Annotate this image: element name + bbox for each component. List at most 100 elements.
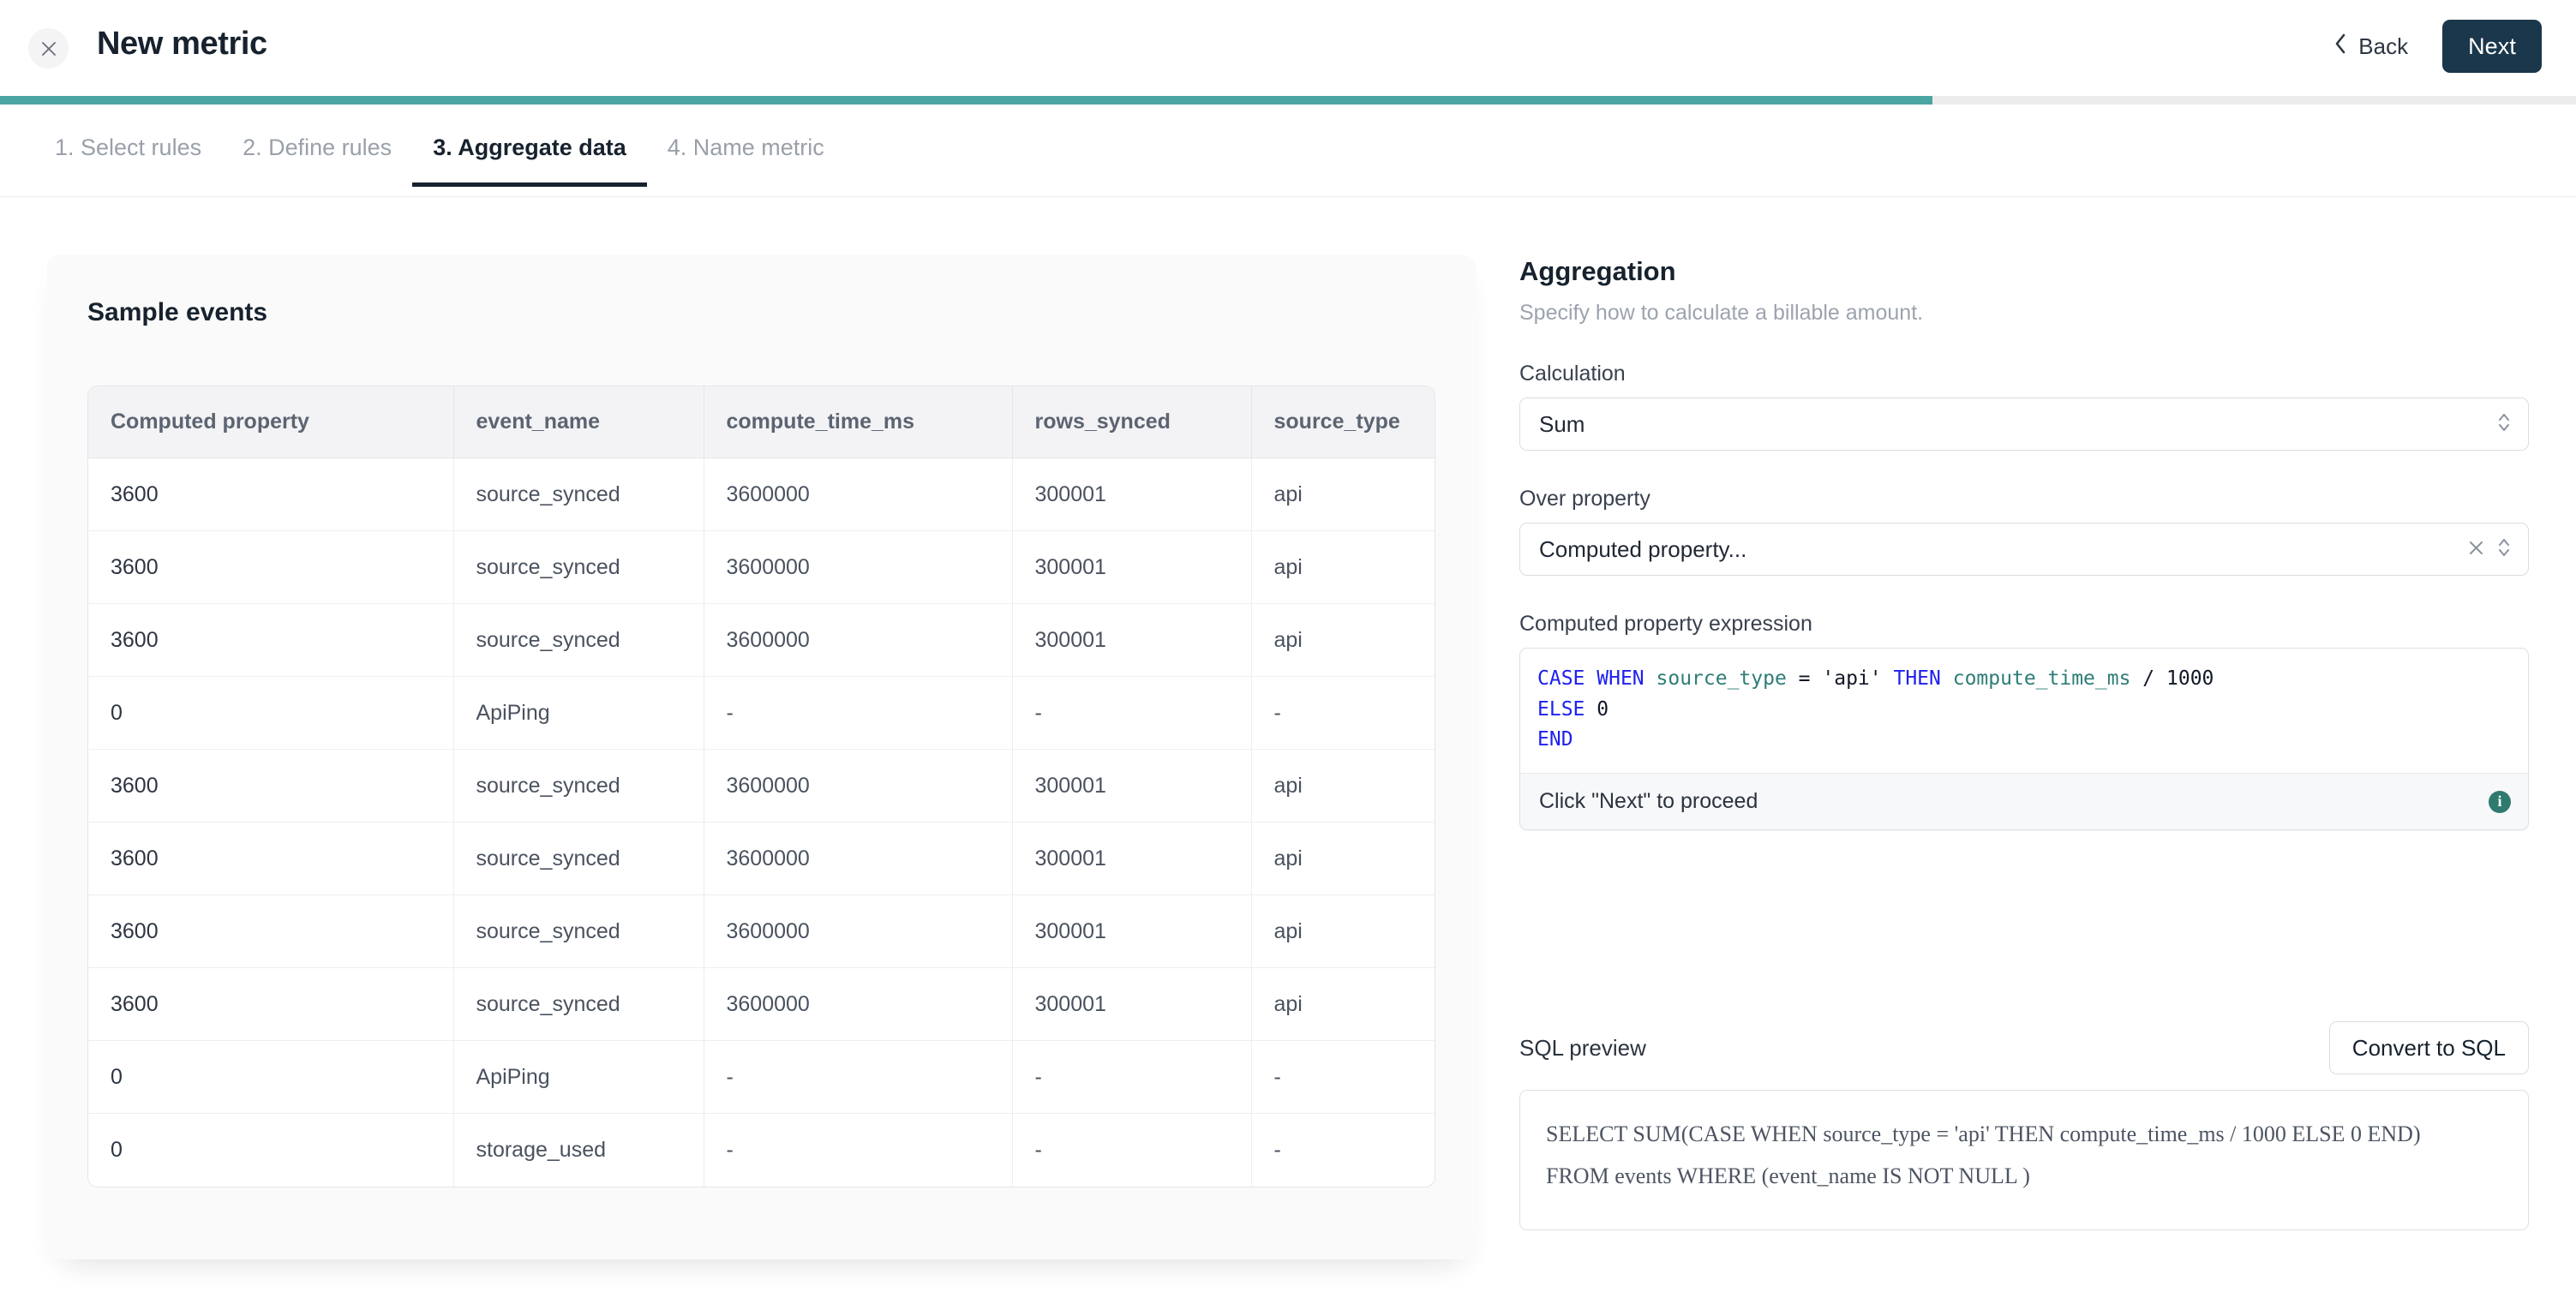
over-property-select-value: Computed property...: [1539, 535, 1747, 562]
table-cell: 3600: [88, 822, 454, 895]
expression-editor-footer: Click "Next" to proceed i: [1520, 773, 2528, 830]
table-row: 3600 source_synced 3600000 300001 api: [88, 967, 1435, 1041]
chevron-left-icon: [2333, 33, 2347, 61]
aggregation-panel: Aggregation Specify how to calculate a b…: [1519, 255, 2529, 1230]
info-icon[interactable]: i: [2489, 790, 2511, 813]
wizard-step-4[interactable]: 4. Name metric: [647, 105, 845, 187]
table-row: 3600 source_synced 3600000 300001 api: [88, 894, 1435, 968]
table-cell: 3600000: [704, 822, 1013, 895]
code-token: 'api': [1822, 667, 1882, 691]
table-cell: api: [1251, 458, 1435, 531]
table-cell: 3600: [88, 530, 454, 604]
close-icon: [39, 39, 59, 59]
table-cell: -: [704, 1113, 1013, 1187]
table-cell: 3600000: [704, 894, 1013, 968]
expression-code-editor[interactable]: CASE WHEN source_type = 'api' THEN compu…: [1520, 649, 2528, 773]
table-cell: api: [1251, 530, 1435, 604]
table-cell: source_synced: [453, 822, 704, 895]
expression-footer-text: Click "Next" to proceed: [1539, 789, 1758, 814]
wizard-step-1[interactable]: 1. Select rules: [34, 105, 222, 187]
chevron-up-down-icon[interactable]: [2495, 408, 2513, 441]
table-cell: 3600: [88, 967, 454, 1041]
expression-editor-card: CASE WHEN source_type = 'api' THEN compu…: [1519, 648, 2529, 831]
table-cell: 3600000: [704, 749, 1013, 822]
chevron-up-down-icon[interactable]: [2495, 533, 2513, 566]
table-cell: 3600: [88, 894, 454, 968]
table-row: 0 ApiPing - - -: [88, 1040, 1435, 1114]
table-row: 3600 source_synced 3600000 300001 api: [88, 603, 1435, 677]
wizard-progress-fill: [0, 96, 1932, 105]
page-title: New metric: [97, 26, 267, 62]
wizard-step-2[interactable]: 2. Define rules: [222, 105, 412, 187]
clear-over-property-button[interactable]: [2465, 537, 2487, 561]
aggregation-subtitle: Specify how to calculate a billable amou…: [1519, 301, 1924, 326]
table-cell: -: [1251, 1040, 1435, 1114]
sql-preview-box: SELECT SUM(CASE WHEN source_type = 'api'…: [1519, 1090, 2529, 1230]
code-token: THEN: [1893, 667, 1941, 691]
table-column-header: source_type: [1251, 386, 1435, 458]
table-cell: -: [1251, 676, 1435, 750]
table-header-row: Computed property event_name compute_time_…: [88, 386, 1435, 458]
table-head: Computed property event_name compute_time_…: [88, 386, 1435, 458]
table-cell: -: [704, 676, 1013, 750]
convert-to-sql-button[interactable]: Convert to SQL: [2328, 1021, 2529, 1074]
table-cell: source_synced: [453, 530, 704, 604]
code-token: END: [1537, 728, 1573, 751]
sample-events-title: Sample events: [87, 298, 268, 326]
table-cell: api: [1251, 967, 1435, 1041]
aggregation-title: Aggregation: [1519, 256, 1676, 286]
table-cell: source_synced: [453, 603, 704, 677]
table-cell: 300001: [1012, 530, 1252, 604]
code-token: /: [2130, 667, 2166, 691]
calculation-select-value: Sum: [1539, 410, 1585, 437]
table-cell: 300001: [1012, 749, 1252, 822]
table-column-header: Computed property: [88, 386, 454, 458]
code-token: compute_time_ms: [1952, 667, 2131, 691]
table-column-header: compute_time_ms: [704, 386, 1013, 458]
back-button[interactable]: Back: [2328, 24, 2413, 69]
over-property-select[interactable]: Computed property...: [1519, 523, 2529, 577]
code-token: WHEN: [1597, 667, 1644, 691]
table-cell: api: [1251, 749, 1435, 822]
sql-preview-label: SQL preview: [1519, 1034, 1646, 1061]
sql-preview-header: SQL preview Convert to SQL: [1519, 1021, 2529, 1074]
close-button[interactable]: [28, 28, 69, 69]
table-cell: 0: [88, 676, 454, 750]
wizard-step-3[interactable]: 3. Aggregate data: [412, 105, 647, 187]
table-column-header: event_name: [453, 386, 704, 458]
table-cell: ApiPing: [453, 676, 704, 750]
calculation-select-icons: [2495, 408, 2513, 441]
table-cell: 3600000: [704, 458, 1013, 531]
table-cell: 3600000: [704, 603, 1013, 677]
back-button-label: Back: [2358, 33, 2409, 59]
code-token: ELSE: [1537, 697, 1585, 721]
table-cell: api: [1251, 894, 1435, 968]
sample-events-table: Computed property event_name compute_time_…: [88, 386, 1435, 1187]
table-row: 0 ApiPing - - -: [88, 676, 1435, 750]
table-row: 3600 source_synced 3600000 300001 api: [88, 822, 1435, 895]
sample-events-card: Sample events Computed property event_nam…: [47, 255, 1476, 1259]
table-cell: 3600: [88, 603, 454, 677]
code-token: CASE: [1537, 667, 1585, 691]
table-cell: -: [1012, 1113, 1252, 1187]
table-cell: api: [1251, 603, 1435, 677]
table-cell: source_synced: [453, 749, 704, 822]
expression-label: Computed property expression: [1519, 612, 1812, 637]
next-button[interactable]: Next: [2442, 20, 2542, 73]
code-token: =: [1786, 667, 1823, 691]
table-cell: 3600: [88, 458, 454, 531]
close-icon: [2467, 539, 2485, 559]
table-cell: ApiPing: [453, 1040, 704, 1114]
table-row: 3600 source_synced 3600000 300001 api: [88, 458, 1435, 531]
table-row: 3600 source_synced 3600000 300001 api: [88, 530, 1435, 604]
table-cell: source_synced: [453, 458, 704, 531]
calculation-select[interactable]: Sum: [1519, 398, 2529, 452]
code-token: 1000: [2166, 667, 2214, 691]
table-cell: 300001: [1012, 894, 1252, 968]
table-cell: 300001: [1012, 458, 1252, 531]
